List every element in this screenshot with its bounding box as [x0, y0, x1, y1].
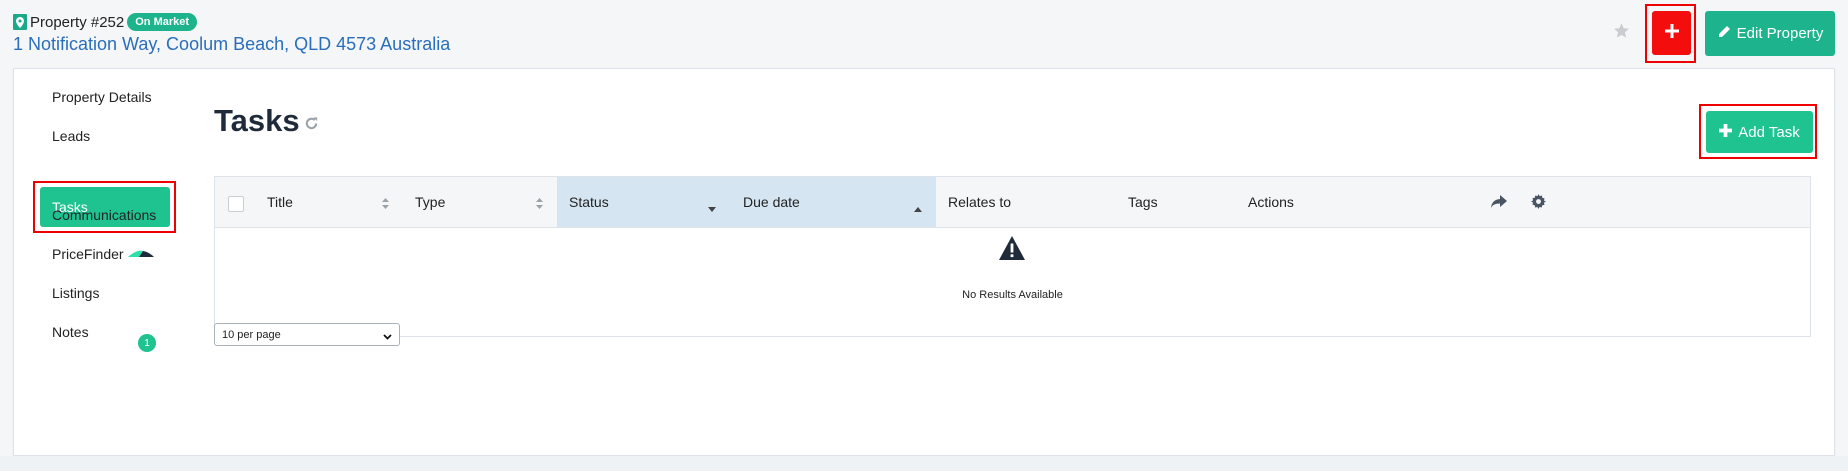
- footer-strip: [0, 456, 1848, 471]
- sort-asc-icon: [914, 199, 922, 215]
- select-all-checkbox[interactable]: [228, 196, 244, 212]
- page-header: Property #252 On Market 1 Notification W…: [0, 0, 1848, 68]
- sidebar-item-notes[interactable]: Notes: [52, 324, 89, 340]
- content-card: Property Details Leads Tasks Communicati…: [13, 68, 1835, 456]
- pricefinder-logo-icon: [127, 246, 155, 262]
- plus-icon: [1719, 123, 1733, 141]
- refresh-icon[interactable]: [304, 103, 319, 139]
- sidebar-item-label: PriceFinder: [52, 246, 124, 262]
- page-title: Tasks: [214, 103, 319, 139]
- property-line: Property #252 On Market: [13, 12, 198, 32]
- sidebar-item-communications[interactable]: Communications: [52, 207, 156, 223]
- edit-property-button[interactable]: Edit Property: [1705, 11, 1835, 56]
- column-header-title[interactable]: Title: [255, 177, 403, 227]
- column-header-type[interactable]: Type: [403, 177, 557, 227]
- sort-both-icon: [536, 196, 543, 212]
- sidebar-item-pricefinder[interactable]: PriceFinder: [52, 246, 155, 262]
- tasks-table: Title Type Status Due date Relates to Ta…: [214, 176, 1811, 337]
- edit-property-label: Edit Property: [1736, 25, 1824, 42]
- plus-icon: [1664, 23, 1679, 43]
- status-badge: On Market: [127, 13, 198, 31]
- share-icon[interactable]: [1491, 195, 1507, 214]
- column-header-status[interactable]: Status: [557, 177, 730, 227]
- chevron-down-icon: [383, 331, 392, 343]
- warning-icon: [999, 236, 1025, 265]
- sort-both-icon: [382, 196, 389, 212]
- property-number: Property #252: [30, 13, 125, 31]
- listings-count-badge: 1: [138, 334, 156, 352]
- pencil-icon: [1717, 25, 1731, 43]
- per-page-select[interactable]: 10 per page: [214, 323, 400, 346]
- column-header-due-date[interactable]: Due date: [730, 177, 936, 227]
- sidebar-item-leads[interactable]: Leads: [52, 128, 90, 144]
- table-header: Title Type Status Due date Relates to Ta…: [215, 177, 1810, 228]
- add-task-button[interactable]: Add Task: [1706, 111, 1813, 153]
- gear-icon[interactable]: [1531, 194, 1546, 214]
- property-address-link[interactable]: 1 Notification Way, Coolum Beach, QLD 45…: [13, 34, 450, 55]
- map-pin-icon: [13, 14, 27, 30]
- add-task-label: Add Task: [1738, 123, 1800, 141]
- star-icon[interactable]: [1613, 22, 1630, 44]
- quick-add-button[interactable]: [1652, 11, 1691, 55]
- sidebar-item-property-details[interactable]: Property Details: [52, 89, 152, 105]
- column-header-tags: Tags: [1128, 194, 1158, 210]
- empty-state-message: No Results Available: [962, 289, 1063, 301]
- sort-desc-icon: [708, 199, 716, 215]
- page-title-text: Tasks: [214, 103, 300, 138]
- column-header-actions: Actions: [1248, 194, 1294, 210]
- select-all-cell: [215, 177, 255, 227]
- per-page-value: 10 per page: [222, 328, 281, 341]
- column-header-relates-to: Relates to: [948, 194, 1012, 210]
- sidebar-item-listings[interactable]: Listings: [52, 285, 99, 301]
